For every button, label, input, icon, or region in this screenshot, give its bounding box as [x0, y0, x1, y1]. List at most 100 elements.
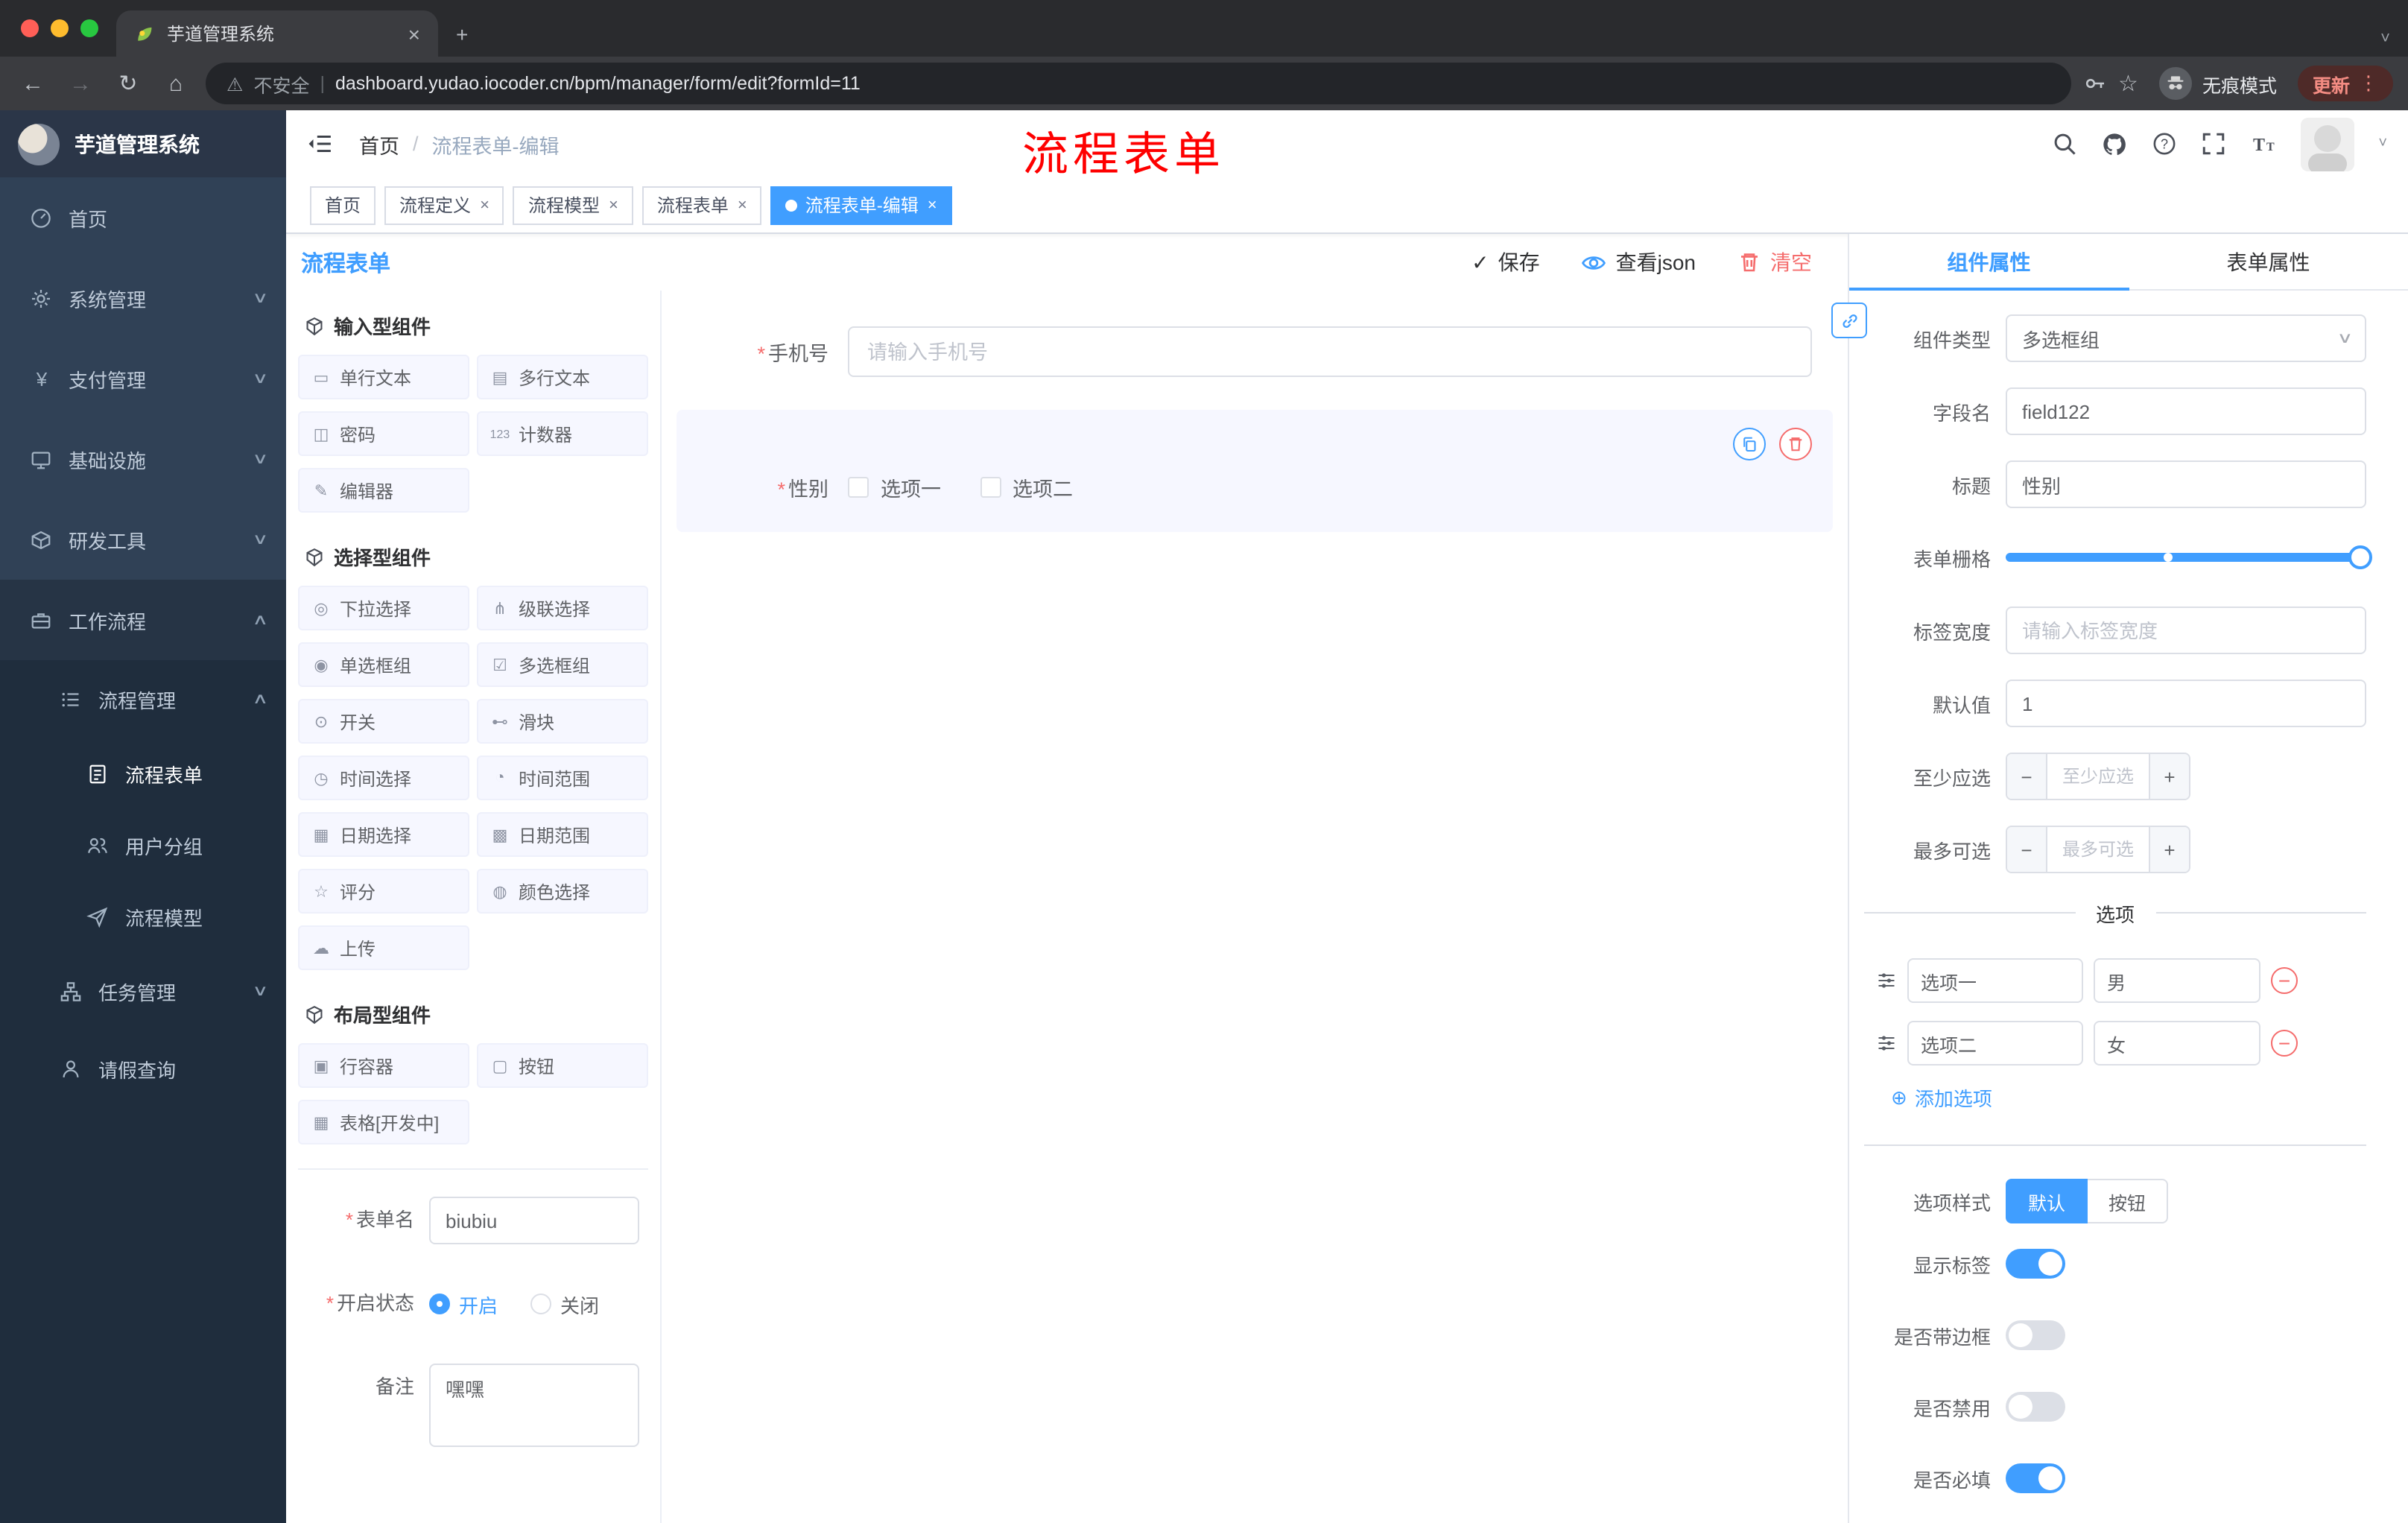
tab-form-props[interactable]: 表单属性: [2129, 234, 2408, 289]
palette-item-cascader[interactable]: ⋔ 级联选择: [477, 586, 648, 630]
form-name-input[interactable]: [429, 1197, 639, 1244]
required-switch[interactable]: [2006, 1463, 2065, 1493]
palette-item-checkbox-group[interactable]: ☑ 多选框组: [477, 642, 648, 687]
gender-option-2[interactable]: 选项二: [980, 472, 1073, 502]
copy-field-button[interactable]: [1733, 428, 1766, 460]
sidebar-item-infra[interactable]: 基础设施 ∨: [0, 419, 286, 499]
help-icon[interactable]: ?: [2152, 131, 2177, 156]
tab-search-chevron-icon[interactable]: ˅: [2380, 30, 2390, 48]
title-input[interactable]: [2006, 460, 2366, 508]
label-width-input[interactable]: [2006, 607, 2366, 654]
default-value-input[interactable]: [2006, 680, 2366, 727]
bookmark-star-icon[interactable]: ☆: [2118, 70, 2138, 97]
page-tab-home[interactable]: 首页: [310, 186, 376, 224]
page-tab-process-model[interactable]: 流程模型 ×: [513, 186, 633, 224]
page-tab-process-def[interactable]: 流程定义 ×: [384, 186, 504, 224]
min-select-input[interactable]: [2046, 754, 2150, 799]
radio-closed[interactable]: 关闭: [530, 1290, 599, 1318]
palette-item-row-container[interactable]: ▣ 行容器: [298, 1043, 469, 1088]
close-window-button[interactable]: [21, 19, 39, 37]
new-tab-button[interactable]: +: [456, 22, 468, 46]
sidebar-fold-icon[interactable]: [307, 131, 332, 156]
border-switch[interactable]: [2006, 1320, 2065, 1350]
option-name-input[interactable]: [1907, 958, 2083, 1003]
gender-option-1[interactable]: 选项一: [848, 472, 941, 502]
password-key-icon[interactable]: [2082, 72, 2106, 95]
palette-item-select[interactable]: ◎ 下拉选择: [298, 586, 469, 630]
drag-handle-icon[interactable]: [1876, 970, 1897, 991]
increase-button[interactable]: +: [2150, 827, 2189, 872]
close-tab-icon[interactable]: ×: [408, 22, 420, 45]
show-label-switch[interactable]: [2006, 1249, 2065, 1279]
page-tab-process-form-edit[interactable]: 流程表单-编辑 ×: [770, 186, 952, 224]
palette-item-button[interactable]: ▢ 按钮: [477, 1043, 648, 1088]
breadcrumb-home[interactable]: 首页: [359, 129, 399, 159]
component-type-select[interactable]: 多选框组 ∨: [2006, 314, 2366, 362]
app-logo[interactable]: 芋道管理系统: [0, 110, 286, 177]
style-default-button[interactable]: 默认: [2006, 1179, 2088, 1223]
palette-item-radio-group[interactable]: ◉ 单选框组: [298, 642, 469, 687]
style-button-button[interactable]: 按钮: [2088, 1179, 2169, 1223]
search-icon[interactable]: [2052, 131, 2077, 156]
palette-item-table[interactable]: ▦ 表格[开发中]: [298, 1100, 469, 1144]
clear-button[interactable]: 清空: [1737, 247, 1812, 277]
sidebar-item-task-mgmt[interactable]: 任务管理 ∨: [0, 952, 286, 1030]
form-canvas[interactable]: *手机号 *性别 选项一: [662, 291, 1848, 1523]
phone-input[interactable]: [848, 326, 1812, 377]
form-remark-textarea[interactable]: 嘿嘿: [429, 1364, 639, 1447]
save-button[interactable]: ✓ 保存: [1471, 247, 1539, 277]
github-icon[interactable]: [2101, 130, 2128, 157]
palette-item-time-picker[interactable]: ◷ 时间选择: [298, 756, 469, 800]
sidebar-item-workflow[interactable]: 工作流程 ∧: [0, 580, 286, 660]
delete-field-button[interactable]: [1779, 428, 1812, 460]
slider-handle[interactable]: [2348, 545, 2372, 569]
palette-item-editor[interactable]: ✎ 编辑器: [298, 468, 469, 513]
view-json-button[interactable]: 查看json: [1582, 247, 1696, 277]
sidebar-item-leave-query[interactable]: 请假查询: [0, 1030, 286, 1107]
radio-open[interactable]: 开启: [429, 1290, 498, 1318]
palette-item-date-picker[interactable]: ▦ 日期选择: [298, 812, 469, 857]
checkbox[interactable]: [848, 477, 869, 498]
option-value-input[interactable]: [2094, 1021, 2260, 1066]
increase-button[interactable]: +: [2150, 754, 2189, 799]
remove-option-button[interactable]: −: [2271, 967, 2298, 994]
phone-field-row[interactable]: * 手机号: [697, 326, 1812, 377]
palette-item-password[interactable]: ◫ 密码: [298, 411, 469, 456]
forward-button[interactable]: →: [63, 72, 98, 95]
palette-item-switch[interactable]: ⊙ 开关: [298, 699, 469, 744]
palette-item-multi-text[interactable]: ▤ 多行文本: [477, 355, 648, 399]
browser-menu-icon[interactable]: ⋮: [2359, 72, 2378, 95]
remove-option-button[interactable]: −: [2271, 1030, 2298, 1057]
palette-item-counter[interactable]: 123 计数器: [477, 411, 648, 456]
slider-track[interactable]: [2006, 553, 2360, 562]
back-button[interactable]: ←: [15, 72, 51, 95]
checkbox[interactable]: [980, 477, 1001, 498]
maximize-window-button[interactable]: [80, 19, 98, 37]
close-icon[interactable]: ×: [609, 196, 618, 214]
page-tab-process-form[interactable]: 流程表单 ×: [641, 186, 762, 224]
home-button[interactable]: ⌂: [158, 72, 194, 95]
tab-component-props[interactable]: 组件属性: [1849, 234, 2129, 291]
palette-item-single-text[interactable]: ▭ 单行文本: [298, 355, 469, 399]
sidebar-item-home[interactable]: 首页: [0, 177, 286, 258]
palette-item-upload[interactable]: ☁ 上传: [298, 925, 469, 970]
max-select-input[interactable]: [2046, 827, 2150, 872]
browser-tab[interactable]: 芋道管理系统 ×: [116, 10, 438, 57]
form-grid-slider[interactable]: [2006, 533, 2372, 581]
address-bar[interactable]: ⚠ 不安全 | dashboard.yudao.iocoder.cn/bpm/m…: [206, 63, 2071, 104]
option-value-input[interactable]: [2094, 958, 2260, 1003]
sidebar-item-payment[interactable]: ¥ 支付管理 ∨: [0, 338, 286, 419]
fullscreen-icon[interactable]: [2201, 131, 2226, 156]
palette-item-date-range[interactable]: ▩ 日期范围: [477, 812, 648, 857]
panel-link-button[interactable]: [1831, 303, 1867, 338]
close-icon[interactable]: ×: [480, 196, 489, 214]
field-name-input[interactable]: [2006, 387, 2366, 435]
palette-item-rate[interactable]: ☆ 评分: [298, 869, 469, 914]
user-avatar[interactable]: [2301, 117, 2355, 171]
option-name-input[interactable]: [1907, 1021, 2083, 1066]
browser-update-button[interactable]: 更新 ⋮: [2297, 66, 2393, 101]
sidebar-item-devtools[interactable]: 研发工具 ∨: [0, 499, 286, 580]
palette-item-time-range[interactable]: ◔ 时间范围: [477, 756, 648, 800]
palette-item-slider[interactable]: ⊷ 滑块: [477, 699, 648, 744]
minimize-window-button[interactable]: [51, 19, 69, 37]
